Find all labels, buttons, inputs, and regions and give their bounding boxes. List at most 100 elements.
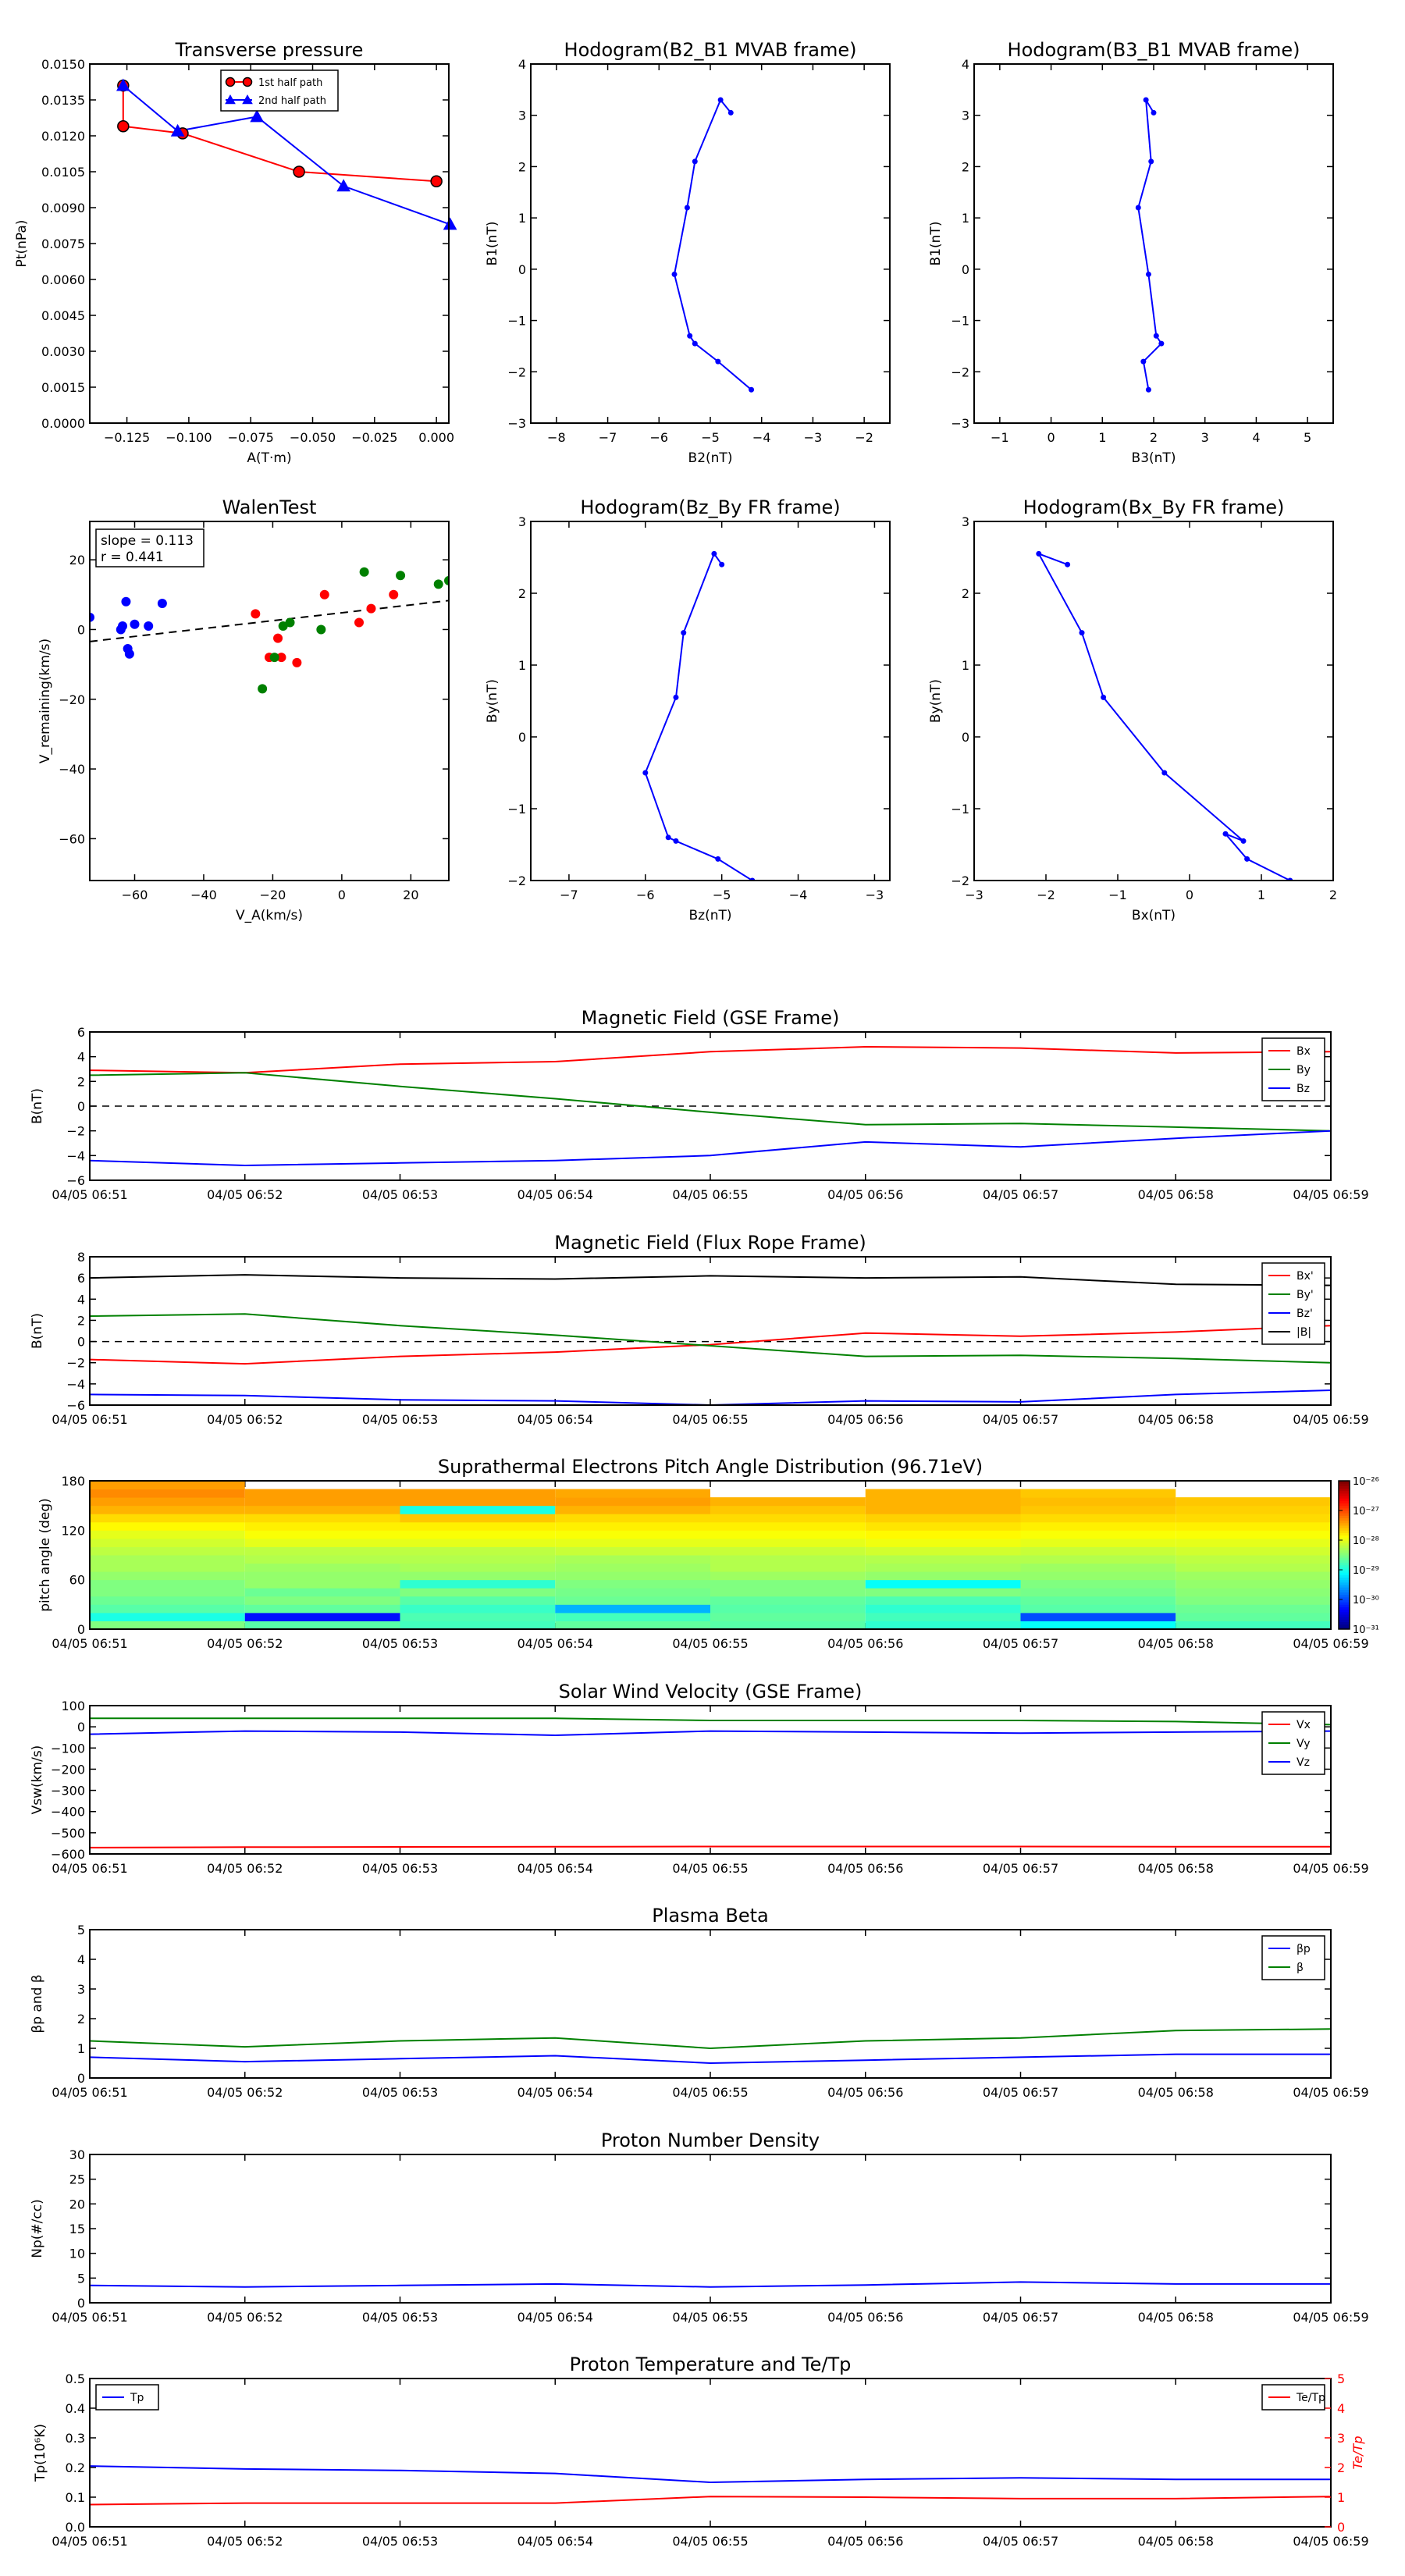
y-tick-label: 0.2: [66, 2460, 85, 2475]
series-line: [90, 1130, 1331, 1167]
x-tick-label: 04/05 06:54: [518, 1861, 593, 1876]
y2-tick-label: 3: [1337, 2431, 1345, 2446]
heatmap-cell: [555, 1546, 710, 1556]
y-tick-label: 0: [77, 2071, 85, 2086]
x-tick-label: 04/05 06:54: [518, 2534, 593, 2549]
y-tick-label: −6: [66, 1398, 85, 1413]
y-tick-label: 0.1: [66, 2490, 85, 2505]
colorbar-cell: [1339, 1606, 1350, 1610]
heatmap-cell: [865, 1514, 1021, 1523]
heatmap-cell: [244, 1505, 400, 1514]
heatmap-cell: [555, 1621, 710, 1629]
heatmap-cell: [865, 1596, 1021, 1605]
x-tick-label: 04/05 06:59: [1293, 2534, 1368, 2549]
y-tick-label: −40: [59, 762, 85, 777]
heatmap-cell: [1020, 1604, 1176, 1614]
data-point: [293, 165, 305, 178]
heatmap-cell: [555, 1497, 710, 1507]
y-tick-label: 0: [77, 2296, 85, 2311]
data-point: [1148, 158, 1154, 165]
x-tick-label: 04/05 06:52: [207, 2534, 283, 2549]
heatmap-cell: [555, 1596, 710, 1605]
series-line: [90, 1072, 1331, 1132]
y-tick-label: 3: [518, 514, 526, 529]
x-tick-label: 04/05 06:51: [52, 1412, 127, 1427]
x-tick-label: 04/05 06:52: [207, 2085, 283, 2100]
x-tick-label: −0.125: [104, 430, 150, 445]
y-tick-label: 100: [61, 1699, 85, 1713]
heatmap-cell: [1020, 1497, 1176, 1507]
legend-label: 2nd half path: [258, 95, 326, 107]
x-tick-label: 04/05 06:51: [52, 2085, 127, 2100]
y-tick-label: −6: [66, 1173, 85, 1188]
panel-vsw: Solar Wind Velocity (GSE Frame) 04/05 06:…: [30, 1681, 1369, 1876]
plot-frame: [89, 521, 450, 881]
heatmap-cell: [400, 1514, 556, 1523]
y-tick-label: 5: [77, 2271, 85, 2286]
y-tick-label: −400: [51, 1805, 85, 1820]
colorbar-cell: [1339, 1485, 1350, 1489]
legend-box: [1261, 1935, 1325, 1980]
plot-frame: [973, 63, 1334, 424]
heatmap-cell: [1176, 1538, 1331, 1547]
y2-tick-label: 2: [1337, 2460, 1345, 2475]
y-tick-label: −4: [66, 1377, 85, 1392]
x-tick-label: 04/05 06:51: [52, 1636, 127, 1651]
panel-title: WalenTest: [222, 496, 317, 518]
heatmap-cell: [244, 1555, 400, 1564]
panel-title: Magnetic Field (GSE Frame): [582, 1007, 840, 1029]
panel-title: Magnetic Field (Flux Rope Frame): [554, 1232, 866, 1254]
series-line: [90, 2496, 1331, 2506]
x-tick-label: 1: [1257, 888, 1265, 902]
y-tick-label: 0.0120: [41, 129, 85, 144]
heatmap-cell: [1176, 1546, 1331, 1556]
y-tick-label: −4: [66, 1148, 85, 1163]
x-axis-label: B2(nT): [688, 450, 733, 466]
y-tick-label: 0.5: [66, 2371, 85, 2386]
heatmap-cell: [1020, 1546, 1176, 1556]
x-tick-label: −6: [636, 888, 655, 902]
heatmap-cell: [1020, 1521, 1176, 1531]
heatmap-cell: [710, 1571, 866, 1581]
y-tick-label: 10: [69, 2247, 85, 2261]
plot-area: [90, 1045, 1331, 1167]
legend-label: Bx': [1297, 1270, 1314, 1283]
x-tick-label: 04/05 06:52: [207, 2310, 283, 2325]
data-point: [359, 567, 369, 577]
colorbar-cell: [1339, 1547, 1350, 1551]
y-tick-label: 1: [518, 658, 526, 673]
heatmap-cell: [90, 1596, 245, 1605]
data-point: [1101, 694, 1107, 700]
heatmap-cell: [400, 1489, 556, 1498]
x-tick-label: −7: [599, 430, 617, 445]
heatmap-cell: [710, 1555, 866, 1564]
heatmap-cell: [865, 1538, 1021, 1547]
x-tick-label: 04/05 06:58: [1138, 1187, 1214, 1202]
heatmap-cell: [1176, 1596, 1331, 1605]
x-tick-label: −5: [701, 430, 720, 445]
x-tick-label: 04/05 06:57: [983, 2310, 1058, 2325]
colorbar-cell: [1339, 1582, 1350, 1585]
heatmap-cell: [865, 1563, 1021, 1572]
panel-h31: Hodogram(B3_B1 MVAB frame) −1 0 1 2 3 4 5 −3 −2 −1…: [928, 39, 1334, 466]
heatmap-cell: [90, 1538, 245, 1547]
x-tick-label: −1: [1108, 888, 1127, 902]
y-axis-label: pitch angle (deg): [37, 1498, 53, 1612]
data-point: [673, 838, 679, 844]
series-line: [1137, 99, 1163, 390]
plot-frame: [89, 2154, 1332, 2304]
y-tick-label: −2: [66, 1124, 85, 1139]
legend-label: By: [1297, 1064, 1311, 1076]
fit-line: [90, 600, 449, 642]
data-point: [319, 589, 329, 600]
heatmap-cell: [555, 1514, 710, 1523]
heatmap-cell: [555, 1588, 710, 1597]
data-point: [1244, 856, 1250, 862]
colorbar-cell: [1339, 1496, 1350, 1499]
series-line: [90, 2028, 1331, 2050]
panel-beta: Plasma Beta 04/05 06:51 04/05 06:52 04/05 0…: [30, 1905, 1369, 2100]
y-tick-label: 0.3: [66, 2431, 85, 2446]
series-line: [90, 1717, 1331, 1726]
data-point: [144, 621, 154, 631]
data-point: [157, 598, 167, 608]
